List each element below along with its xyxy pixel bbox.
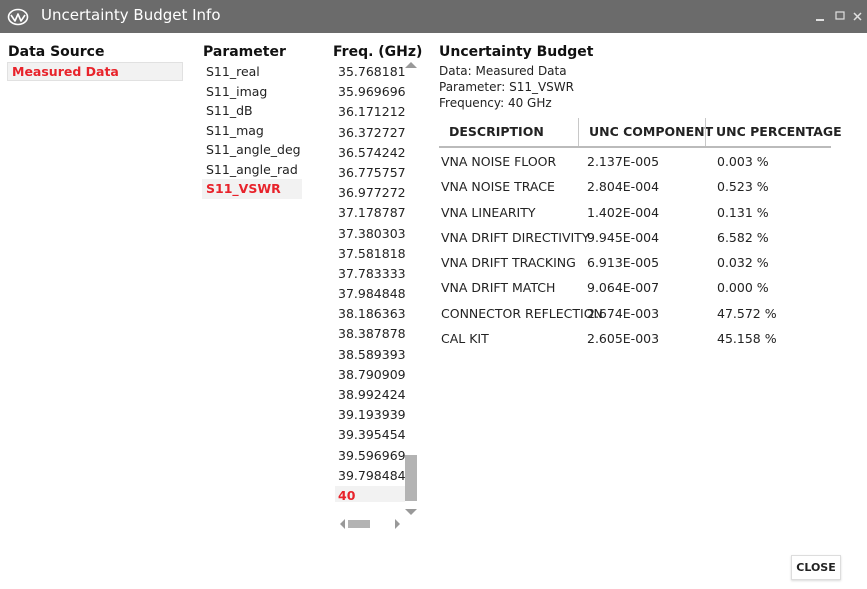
horizontal-scroll-thumb[interactable] [348,520,370,528]
table-row: VNA DRIFT MATCH 9.064E-007 0.000 % [439,276,831,301]
row-description: VNA NOISE FLOOR [441,154,557,169]
parameter-item[interactable]: S11_dB [202,101,322,121]
column-header-unc-component[interactable]: UNC COMPONENT [579,118,713,146]
scroll-right-icon[interactable] [395,519,400,529]
row-unc-component: 2.674E-003 [587,305,660,321]
row-description: CAL KIT [441,331,489,347]
parameter-item[interactable]: S11_VSWR [202,179,302,199]
table-row: VNA NOISE TRACE 2.804E-004 0.523 % [439,175,831,200]
scroll-left-icon[interactable] [340,519,345,529]
table-row: VNA DRIFT DIRECTIVITY 9.945E-004 6.582 % [439,226,831,251]
row-unc-percentage: 0.523 % [717,179,769,195]
frequency-item[interactable]: 37.98484848 [335,284,405,304]
row-unc-percentage: 0.003 % [717,154,769,169]
frequency-item[interactable]: 39.79848484 [335,466,405,486]
row-unc-percentage: 0.000 % [717,280,769,296]
frequency-item[interactable]: 40 [335,485,405,502]
frequency-vertical-scrollbar[interactable] [405,62,417,517]
parameter-item[interactable]: S11_imag [202,82,322,102]
frequency-item[interactable]: 35.76818181 [335,62,405,82]
budget-heading: Uncertainty Budget [439,44,594,60]
frequency-item[interactable]: 37.17878787 [335,203,405,223]
maximize-icon[interactable] [833,8,847,24]
row-unc-component: 2.804E-004 [587,179,660,195]
row-unc-component: 6.913E-005 [587,255,660,271]
parameter-item[interactable]: S11_real [202,62,322,82]
close-window-icon[interactable] [851,8,865,24]
budget-frequency-line: Frequency: 40 GHz [439,96,552,110]
table-row: VNA NOISE FLOOR 2.137E-005 0.003 % [439,150,831,175]
parameter-item[interactable]: S11_angle_deg [202,140,322,160]
frequency-item[interactable]: 36.77575757 [335,163,405,183]
row-description: VNA DRIFT TRACKING [441,255,576,271]
row-unc-percentage: 0.131 % [717,204,769,220]
row-description: VNA DRIFT MATCH [441,280,556,296]
row-unc-percentage: 47.572 % [717,305,777,321]
parameter-list: S11_real S11_imag S11_dB S11_mag S11_angle_d… [202,62,322,199]
frequency-item[interactable]: 36.57424242 [335,143,405,163]
frequency-item[interactable]: 39.59696969 [335,446,405,466]
wave-logo-icon [7,8,29,26]
row-description: CONNECTOR REFLECTION [441,305,603,321]
row-unc-component: 2.137E-005 [587,154,660,169]
table-row: VNA LINEARITY 1.402E-004 0.131 % [439,201,831,226]
scroll-up-icon[interactable] [405,62,417,68]
row-unc-component: 1.402E-004 [587,204,660,220]
table-row: VNA DRIFT TRACKING 6.913E-005 0.032 % [439,251,831,276]
column-header-unc-percentage[interactable]: UNC PERCENTAGE [706,118,842,146]
budget-table-body: VNA NOISE FLOOR 2.137E-005 0.003 % VNA NOIS… [439,148,831,352]
data-source-heading: Data Source [8,44,105,60]
row-unc-percentage: 45.158 % [717,331,777,347]
row-unc-component: 9.064E-007 [587,280,660,296]
frequency-heading: Freq. (GHz) [333,44,423,60]
frequency-item[interactable]: 38.58939393 [335,345,405,365]
close-button[interactable]: CLOSE [791,555,841,580]
row-description: VNA LINEARITY [441,204,536,220]
frequency-item[interactable]: 38.99242424 [335,385,405,405]
budget-data-line: Data: Measured Data [439,64,567,78]
frequency-item[interactable]: 37.78333333 [335,264,405,284]
table-row: CAL KIT 2.605E-003 45.158 % [439,327,831,352]
parameter-heading: Parameter [203,44,286,60]
frequency-item[interactable]: 38.18636363 [335,304,405,324]
frequency-item[interactable]: 38.79090909 [335,365,405,385]
window-title: Uncertainty Budget Info [41,6,221,24]
row-unc-component: 2.605E-003 [587,331,660,347]
row-description: VNA DRIFT DIRECTIVITY [441,229,590,245]
frequency-item[interactable]: 38.38787878 [335,324,405,344]
scroll-thumb[interactable] [405,455,417,501]
frequency-item[interactable]: 39.19393939 [335,405,405,425]
frequency-item[interactable]: 36.37272727 [335,123,405,143]
budget-table: DESCRIPTION UNC COMPONENT UNC PERCENTAGE… [439,118,842,352]
row-description: VNA NOISE TRACE [441,179,555,195]
frequency-horizontal-scrollbar[interactable] [340,519,404,529]
title-bar: Uncertainty Budget Info [0,0,867,33]
frequency-item[interactable]: 37.58181818 [335,244,405,264]
budget-parameter-line: Parameter: S11_VSWR [439,80,574,94]
data-source-item-measured[interactable]: Measured Data [7,62,183,81]
parameter-item[interactable]: S11_mag [202,121,322,141]
budget-table-header: DESCRIPTION UNC COMPONENT UNC PERCENTAGE [439,118,842,148]
column-header-description[interactable]: DESCRIPTION [439,118,578,146]
frequency-item[interactable]: 36.17121212 [335,102,405,122]
data-source-label: Measured Data [12,64,119,79]
minimize-icon[interactable] [813,8,827,24]
row-unc-percentage: 0.032 % [717,255,769,271]
parameter-item[interactable]: S11_angle_rad [202,160,322,180]
frequency-item[interactable]: 37.38030303 [335,224,405,244]
frequency-list: 35.7681818135.9696969636.1712121236.3727… [335,62,405,502]
frequency-item[interactable]: 36.97727272 [335,183,405,203]
row-unc-component: 9.945E-004 [587,229,660,245]
scroll-down-icon[interactable] [405,509,417,515]
frequency-item[interactable]: 39.39545454 [335,425,405,445]
row-unc-percentage: 6.582 % [717,229,769,245]
frequency-item[interactable]: 35.96969696 [335,82,405,102]
table-row: CONNECTOR REFLECTION 2.674E-003 47.572 % [439,302,831,327]
